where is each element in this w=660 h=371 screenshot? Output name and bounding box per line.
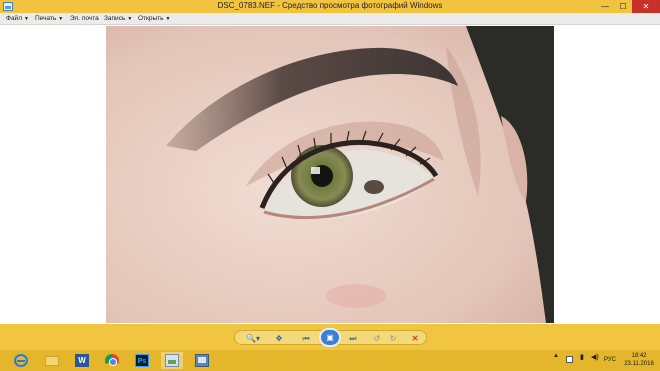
- word-icon: W: [75, 354, 89, 367]
- chrome-icon: [105, 354, 119, 367]
- taskbar: W Ps ▲ ▮ ◀) РУС 18:42 23.11.2016: [0, 350, 660, 371]
- menu-file[interactable]: Файл ▼: [6, 14, 29, 24]
- menu-file-label: Файл: [6, 15, 22, 22]
- delete-icon[interactable]: ✕: [408, 333, 422, 344]
- minimize-button[interactable]: —: [596, 0, 614, 13]
- action-center-icon[interactable]: [566, 356, 573, 363]
- zoom-icon[interactable]: 🔍▾: [243, 333, 263, 344]
- previous-icon[interactable]: ⏮: [299, 333, 313, 344]
- menu-bar: Файл ▼ Печать ▼ Эл. почта Запись ▼ Открыть ▼: [0, 13, 660, 25]
- menu-open-label: Открыть: [138, 15, 164, 22]
- next-icon[interactable]: ⏭: [346, 333, 360, 344]
- volume-icon[interactable]: ◀): [591, 353, 599, 361]
- taskbar-internet-explorer[interactable]: [10, 352, 32, 369]
- photoshop-icon: Ps: [135, 354, 149, 367]
- taskbar-photoshop[interactable]: Ps: [131, 352, 153, 369]
- chevron-down-icon: ▼: [58, 16, 64, 22]
- show-hidden-icons-icon[interactable]: ▲: [553, 353, 559, 359]
- chevron-down-icon: ▼: [23, 16, 29, 22]
- maximize-button[interactable]: ☐: [614, 0, 632, 13]
- taskbar-image-app[interactable]: [191, 352, 213, 369]
- menu-burn-label: Запись: [104, 15, 126, 22]
- folder-icon: [45, 356, 59, 366]
- menu-open[interactable]: Открыть ▼: [138, 14, 170, 24]
- viewer-control-bar: 🔍▾ ✥ ⏮ ▣ ⏭ ↺ ↻ ✕: [0, 324, 660, 350]
- actual-size-icon[interactable]: ✥: [272, 333, 286, 344]
- rotate-left-icon[interactable]: ↺: [370, 333, 384, 344]
- image-app-icon: [195, 354, 209, 367]
- title-bar: DSC_0783.NEF - Средство просмотра фотогр…: [0, 0, 660, 13]
- internet-explorer-icon: [14, 354, 28, 367]
- taskbar-photo-viewer[interactable]: [161, 352, 183, 369]
- close-button[interactable]: ✕: [632, 0, 660, 13]
- clock-date: 23.11.2016: [624, 361, 654, 367]
- system-clock[interactable]: 18:42 23.11.2016: [620, 352, 658, 368]
- menu-burn[interactable]: Запись ▼: [104, 14, 132, 24]
- taskbar-chrome[interactable]: [101, 352, 123, 369]
- rotate-right-icon[interactable]: ↻: [386, 333, 400, 344]
- menu-print[interactable]: Печать ▼: [35, 14, 63, 24]
- menu-print-label: Печать: [35, 15, 57, 22]
- taskbar-file-explorer[interactable]: [41, 352, 63, 369]
- language-indicator[interactable]: РУС: [604, 357, 616, 363]
- window-title: DSC_0783.NEF - Средство просмотра фотогр…: [217, 1, 443, 10]
- taskbar-word[interactable]: W: [71, 352, 93, 369]
- chevron-down-icon: ▼: [127, 16, 133, 22]
- photo-viewer-icon: [165, 354, 179, 367]
- menu-email[interactable]: Эл. почта: [70, 14, 99, 24]
- chevron-down-icon: ▼: [165, 16, 171, 22]
- clock-time: 18:42: [631, 353, 647, 359]
- menu-email-label: Эл. почта: [70, 15, 99, 22]
- eye-photo-illustration: [106, 26, 554, 323]
- image-viewport: [0, 25, 660, 324]
- playback-controls: 🔍▾ ✥ ⏮ ▣ ⏭ ↺ ↻ ✕: [234, 328, 427, 347]
- network-icon[interactable]: ▮: [580, 353, 584, 361]
- slideshow-icon[interactable]: ▣: [319, 328, 341, 347]
- displayed-photo[interactable]: [106, 26, 554, 323]
